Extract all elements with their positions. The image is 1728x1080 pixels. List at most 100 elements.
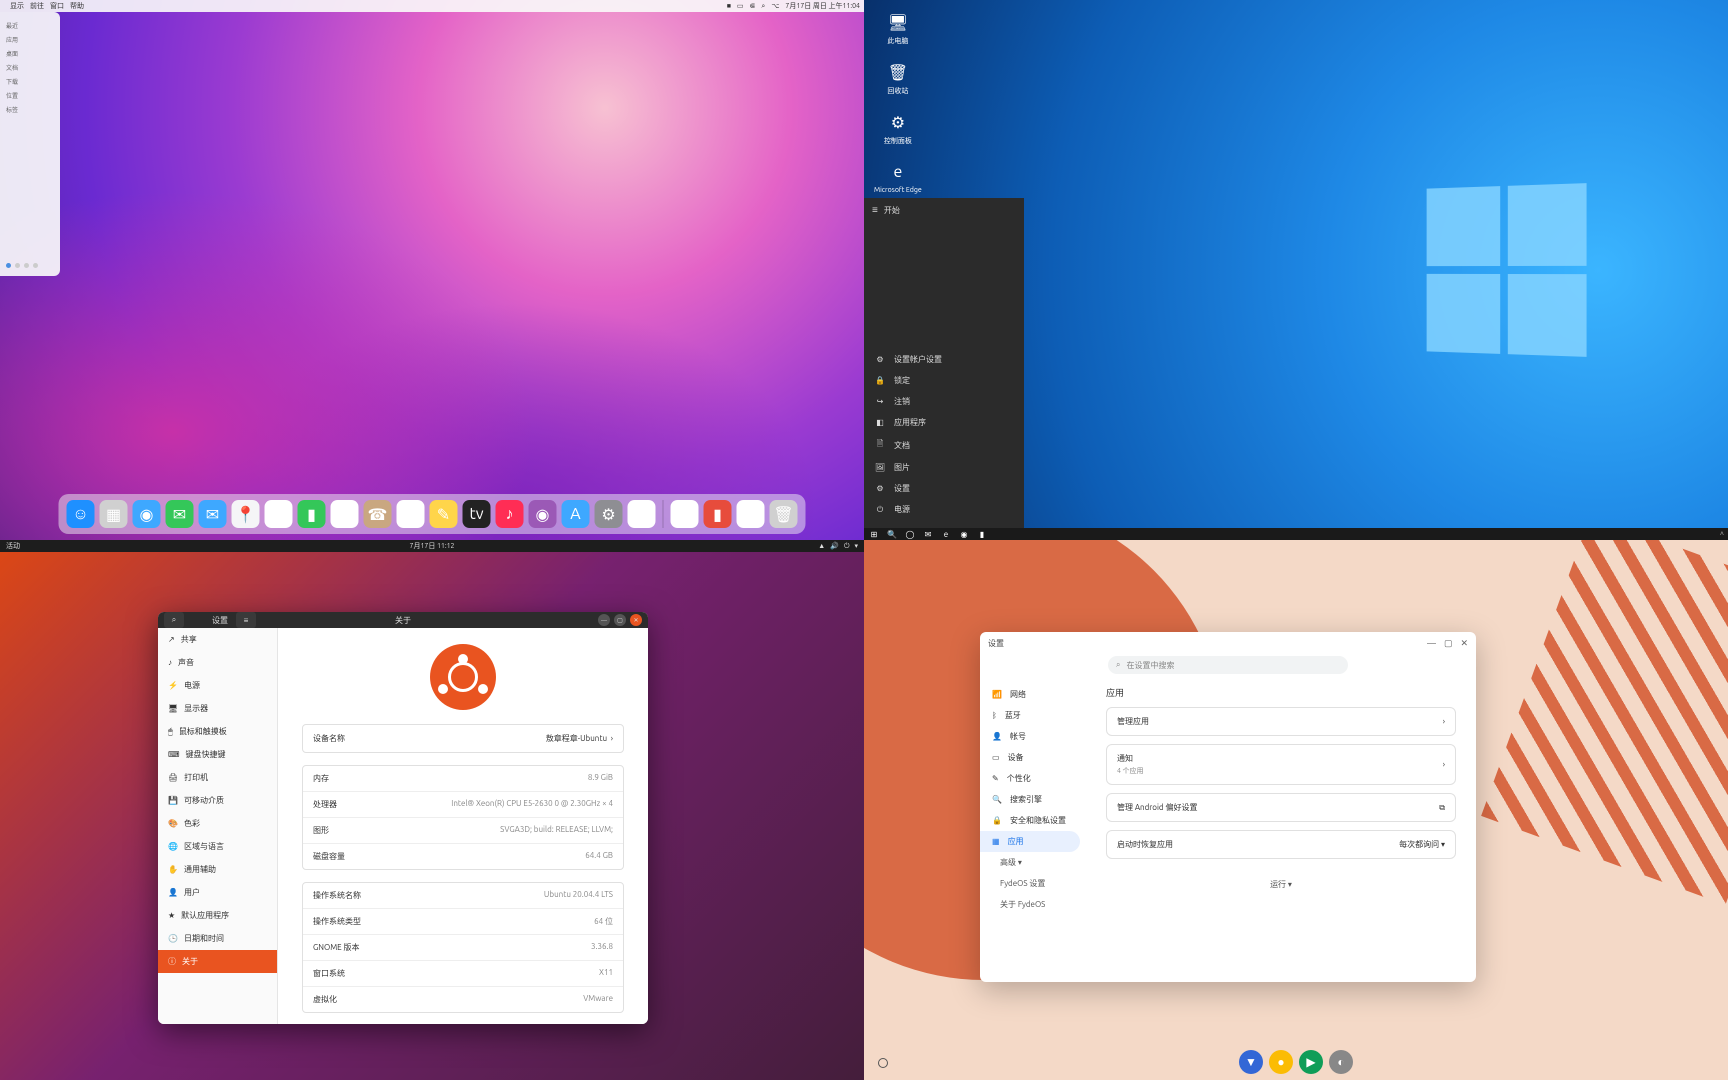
dock-facetime-icon[interactable]: ▮ (298, 500, 326, 528)
dock-reminders-icon[interactable]: ☑ (397, 500, 425, 528)
start-menu[interactable]: ≡ 开始 ⚙设置帐户设置🔒锁定↪注销◧应用程序🗎文档🖼图片⚙设置⏻电源 (864, 198, 1024, 528)
minimize-button[interactable]: — (598, 614, 610, 626)
minimize-button[interactable]: — (1427, 638, 1436, 649)
control-center-icon[interactable]: ⌥ (771, 2, 779, 10)
settings-row[interactable]: 管理应用› (1106, 707, 1456, 736)
start-menu-item[interactable]: ⏻电源 (864, 499, 1024, 520)
dock-photos-icon[interactable]: ✿ (265, 500, 293, 528)
run-toggle[interactable]: 运行 ▾ (1106, 873, 1456, 896)
network-icon[interactable]: ▲ (818, 542, 825, 551)
finder-sidebar-item[interactable]: 应用 (6, 35, 54, 44)
sidebar-item[interactable]: 🖱鼠标和触摸板 (158, 720, 277, 743)
desktop-icon[interactable]: ⚙控制面板 (874, 110, 922, 146)
sidebar-item[interactable]: 👤帐号 (980, 726, 1086, 747)
windows-taskbar[interactable]: ⊞🔍◯✉e◉▮˄ (864, 528, 1728, 540)
start-menu-item[interactable]: ◧应用程序 (864, 412, 1024, 433)
sidebar-item[interactable]: 关于 FydeOS (980, 894, 1086, 915)
taskbar-icon[interactable]: ◉ (958, 529, 970, 539)
sidebar-item[interactable]: 🖨打印机 (158, 766, 277, 789)
sidebar-item[interactable]: 🖥显示器 (158, 697, 277, 720)
dock-podcasts-icon[interactable]: ◉ (529, 500, 557, 528)
maximize-button[interactable]: ▢ (614, 614, 626, 626)
mac-menubar[interactable]: 显示前往窗口帮助 ■ ▭ ⋐ ⌕ ⌥ 7月17日 周日 上午11:04 (0, 0, 864, 12)
settings-sidebar[interactable]: ↗共享♪声音⚡电源🖥显示器🖱鼠标和触摸板⌨键盘快捷键🖨打印机💾可移动介质🎨色彩🌐… (158, 628, 278, 1024)
desktop-icon[interactable]: 🗑回收站 (874, 60, 922, 96)
dock-launchpad-icon[interactable]: ▦ (100, 500, 128, 528)
sidebar-item[interactable]: 🕒日期和时间 (158, 927, 277, 950)
sidebar-item[interactable]: ⚡电源 (158, 674, 277, 697)
sidebar-item[interactable]: 🔍搜索引擎 (980, 789, 1086, 810)
finder-sidebar-item[interactable]: 标签 (6, 105, 54, 114)
sidebar-item[interactable]: 💾可移动介质 (158, 789, 277, 812)
shelf-icon[interactable]: ◐ (1329, 1050, 1353, 1074)
start-menu-item[interactable]: ⚙设置 (864, 478, 1024, 499)
finder-sidebar-item[interactable]: 桌面 (6, 49, 54, 58)
sidebar-item[interactable]: 🎨色彩 (158, 812, 277, 835)
sidebar-item[interactable]: ⓘ关于 (158, 950, 277, 973)
menu-item[interactable]: 窗口 (50, 2, 64, 10)
sidebar-item[interactable]: ↗共享 (158, 628, 277, 651)
wifi-icon[interactable]: ⋐ (750, 2, 756, 10)
dock-trash-icon[interactable]: 🗑 (770, 500, 798, 528)
input-icon[interactable]: ■ (727, 2, 731, 10)
sidebar-item[interactable]: 高级 ▾ (980, 852, 1086, 873)
taskbar-icon[interactable]: e (940, 529, 952, 539)
dock-chrome-icon[interactable]: ◉ (628, 500, 656, 528)
dock-contacts-icon[interactable]: ☎ (364, 500, 392, 528)
settings-window[interactable]: ⌕ 设置 ≡ 关于 — ▢ ✕ ↗共享♪声音⚡电源🖥显示器🖱鼠标和触摸板⌨键盘快… (158, 612, 648, 1024)
start-menu-item[interactable]: 🔒锁定 (864, 370, 1024, 391)
sidebar-item[interactable]: 👤用户 (158, 881, 277, 904)
start-menu-item[interactable]: ↪注销 (864, 391, 1024, 412)
taskbar-icon[interactable]: ◯ (904, 529, 916, 539)
dock-textedit-icon[interactable]: ✎ (671, 500, 699, 528)
finder-sidebar-item[interactable]: 文档 (6, 63, 54, 72)
taskbar-icon[interactable]: ⊞ (868, 529, 880, 539)
shelf-icon[interactable]: ● (1269, 1050, 1293, 1074)
dock-calendar-icon[interactable]: 17 (331, 500, 359, 528)
dock-finder-icon[interactable]: ☺ (67, 500, 95, 528)
menu-item[interactable]: 前往 (30, 2, 44, 10)
sidebar-item[interactable]: ▭设备 (980, 747, 1086, 768)
taskbar-icon[interactable]: ✉ (922, 529, 934, 539)
menu-item[interactable]: 帮助 (70, 2, 84, 10)
sidebar-item[interactable]: ᛒ蓝牙 (980, 705, 1086, 726)
hamburger-icon[interactable]: ≡ (872, 204, 878, 216)
taskbar-icon[interactable]: 🔍 (886, 529, 898, 539)
launcher-icon[interactable] (878, 1058, 888, 1068)
start-menu-item[interactable]: 🖼图片 (864, 457, 1024, 478)
shelf[interactable]: ▼●▶◐ (1239, 1050, 1353, 1074)
desktop-icon[interactable]: eMicrosoft Edge (874, 160, 922, 194)
search-icon[interactable]: ⌕ (164, 612, 184, 628)
settings-row[interactable]: 通知4 个应用› (1106, 744, 1456, 785)
finder-sidebar-item[interactable]: 位置 (6, 91, 54, 100)
gnome-topbar[interactable]: 活动 7月17日 11:12 ▲🔊⏻▾ (0, 540, 864, 552)
sidebar-item[interactable]: FydeOS 设置 (980, 873, 1086, 894)
finder-sidebar-item[interactable]: 下载 (6, 77, 54, 86)
dock-music-icon[interactable]: ♪ (496, 500, 524, 528)
desktop-icon[interactable]: 🖥此电脑 (874, 10, 922, 46)
finder-sidebar-window[interactable]: 最近应用桌面文档下载位置标签 (0, 12, 60, 276)
activities-button[interactable]: 活动 (6, 541, 20, 551)
menu-item[interactable]: 显示 (10, 2, 24, 10)
dock-safari-icon[interactable]: ◉ (133, 500, 161, 528)
sidebar-item[interactable]: ♪声音 (158, 651, 277, 674)
settings-row[interactable]: 管理 Android 偏好设置⧉ (1106, 793, 1456, 822)
sidebar-item[interactable]: ⌨键盘快捷键 (158, 743, 277, 766)
dock-tv-icon[interactable]: tv (463, 500, 491, 528)
power-icon[interactable]: ⏻ (844, 542, 850, 551)
dock-preferences-icon[interactable]: ⚙ (595, 500, 623, 528)
sidebar-item[interactable]: ▦应用 (980, 831, 1080, 852)
dock-appstore-icon[interactable]: A (562, 500, 590, 528)
close-button[interactable]: ✕ (630, 614, 642, 626)
dock-messages-icon[interactable]: ✉ (166, 500, 194, 528)
sidebar-item[interactable]: 🌐区域与语言 (158, 835, 277, 858)
search-input[interactable]: ⌕ 在设置中搜索 (1108, 656, 1348, 674)
device-name-row[interactable]: 设备名称 敖章程章-Ubuntu › (302, 724, 624, 753)
dock-maps-icon[interactable]: 📍 (232, 500, 260, 528)
sidebar-item[interactable]: 🔒安全和隐私设置 (980, 810, 1086, 831)
dock-terminal-icon[interactable]: ⌂ (737, 500, 765, 528)
mac-dock[interactable]: ☺▦◉✉✉📍✿▮17☎☑✎tv♪◉A⚙◉✎▮⌂🗑 (59, 494, 806, 534)
volume-icon[interactable]: 🔊 (830, 542, 839, 551)
hamburger-icon[interactable]: ≡ (236, 612, 256, 628)
shelf-icon[interactable]: ▼ (1239, 1050, 1263, 1074)
